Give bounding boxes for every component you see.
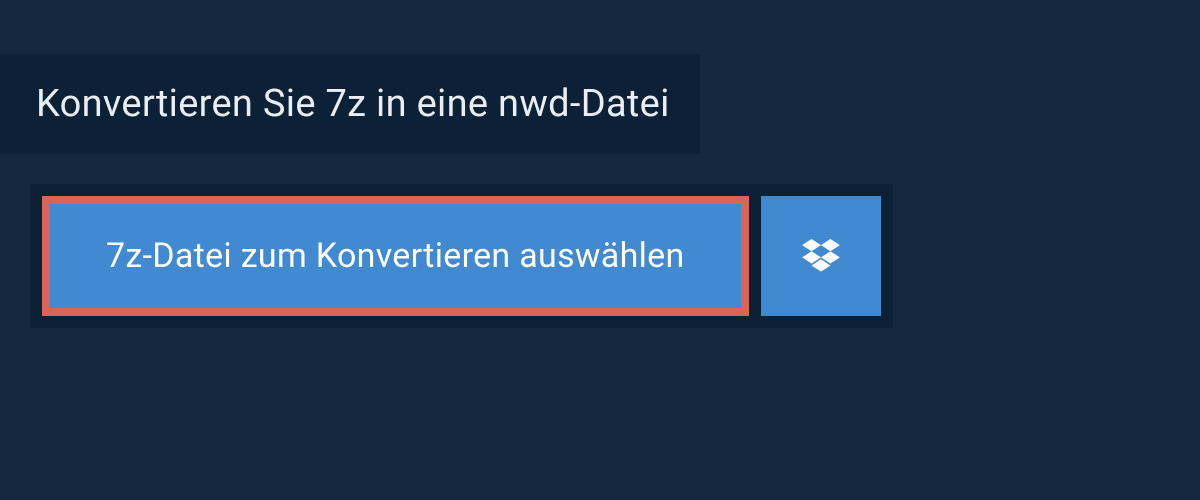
select-file-button[interactable]: 7z-Datei zum Konvertieren auswählen [42,196,749,316]
select-file-label: 7z-Datei zum Konvertieren auswählen [106,236,685,276]
action-bar: 7z-Datei zum Konvertieren auswählen [30,184,893,328]
page-header: Konvertieren Sie 7z in eine nwd-Datei [0,54,700,154]
dropbox-icon [802,239,840,273]
dropbox-button[interactable] [761,196,881,316]
page-title: Konvertieren Sie 7z in eine nwd-Datei [36,82,670,126]
